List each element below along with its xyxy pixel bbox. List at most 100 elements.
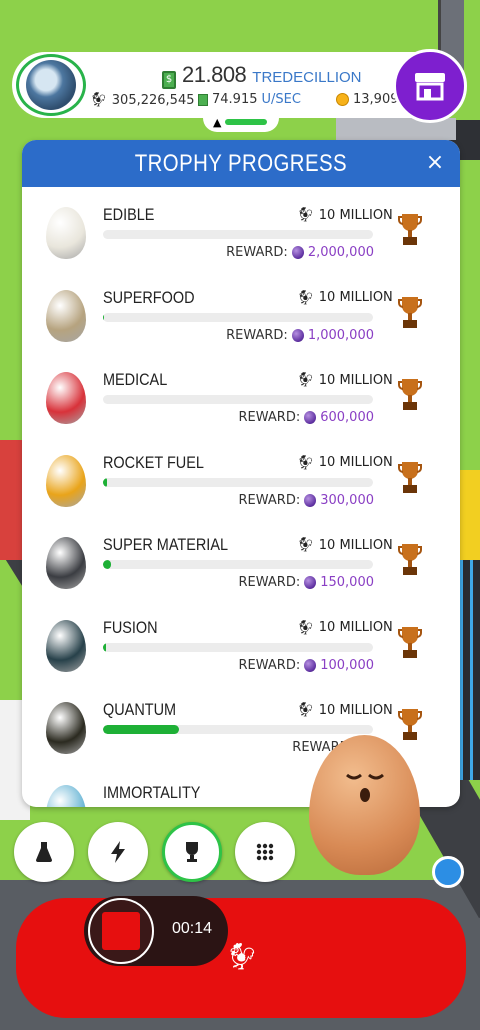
trophy-progress-bar: [103, 560, 373, 569]
trophy-reward: REWARD: 600,000: [239, 410, 374, 425]
trophy-list: EDIBLE 🐓︎ 10 MILLION REWARD: 2,000,000 SUPERF…: [22, 197, 460, 807]
trophy-progress-fill: [103, 477, 108, 487]
trophy-goal: 🐓︎ 10 MILLION: [297, 207, 393, 223]
reward-label: REWARD:: [226, 245, 288, 260]
chicken-count-value: 305,226,545: [111, 92, 195, 108]
trophy-progress-fill: [103, 560, 112, 569]
trophy-row: FUSION 🐓︎ 10 MILLION REWARD: 100,000: [22, 610, 460, 693]
reward-label: REWARD:: [226, 327, 288, 343]
reward-label: REWARD:: [238, 410, 301, 425]
reward-amount: 100,000: [320, 657, 374, 673]
location-marker-icon[interactable]: [432, 856, 464, 888]
stop-icon: [102, 912, 140, 950]
egg-icon: [46, 372, 86, 424]
trophy-progress-modal: TROPHY PROGRESS × EDIBLE 🐓︎ 10 MILLION REWA…: [22, 140, 460, 807]
trophy-row: ROCKET FUEL 🐓︎ 10 MILLION REWARD: 300,000: [22, 445, 460, 528]
reward-label: REWARD:: [238, 575, 301, 590]
trophy-name: SUPERFOOD: [103, 287, 195, 307]
golden-egg-value: 13,909: [353, 92, 399, 107]
trophy-progress-bar: [103, 230, 373, 239]
trophy-row: SUPERFOOD 🐓︎ 10 MILLION REWARD: 1,000,000: [22, 280, 460, 363]
chicken-icon: 🐓︎: [297, 537, 315, 553]
trophy-progress-bar: [103, 395, 373, 404]
chicken-icon: 🐓︎: [226, 942, 260, 972]
income-rate: 74.915 U/SEC: [198, 92, 301, 107]
trophy-progress-bar: [103, 725, 373, 734]
trophy-name: IMMORTALITY: [103, 782, 201, 802]
shop-button[interactable]: [393, 49, 467, 123]
menu-button[interactable]: [235, 822, 295, 882]
chicken-icon: 🐓︎: [297, 454, 315, 471]
trophy-goal-value: 10 MILLION: [318, 372, 393, 388]
reward-amount: 2,000,000: [307, 245, 374, 260]
trophy-icon: [398, 379, 422, 410]
trophy-goal: 🐓︎ 10 MILLION: [297, 290, 393, 306]
trophy-progress-bar: [103, 312, 373, 322]
trophy-goal-value: 10 MILLION: [318, 702, 393, 718]
cash-icon: $: [162, 71, 176, 89]
trophy-progress-fill: [103, 725, 179, 734]
reward-amount: 150,000: [320, 575, 374, 590]
trophy-icon: [398, 626, 422, 658]
recording-timer: 00:14: [172, 920, 213, 937]
trophy-name: SUPER MATERIAL: [103, 535, 229, 554]
trophy-button[interactable]: [162, 822, 222, 882]
trophy-icon: [398, 544, 422, 575]
chicken-icon: 🐓︎: [297, 702, 315, 718]
soul-egg-icon: [291, 328, 304, 342]
trophy-goal-value: 10 MILLION: [318, 455, 393, 470]
trophy-name: ROCKET FUEL: [103, 452, 204, 472]
reward-label: REWARD:: [238, 657, 301, 673]
trophy-name: FUSION: [103, 617, 158, 637]
trophy-goal: 🐓︎ 10 MILLION: [297, 620, 393, 636]
trophy-reward: REWARD: 1,000,000: [226, 328, 374, 343]
trophy-goal: 🐓︎ 10 MILLION: [297, 372, 393, 388]
trophy-icon: [398, 214, 422, 245]
research-button[interactable]: [14, 822, 74, 882]
mascot-face-icon: [346, 773, 384, 802]
close-button[interactable]: ×: [422, 150, 448, 176]
trophy-goal: 🐓︎ 10 MILLION: [297, 537, 393, 553]
trophy-goal-value: 10 MILLION: [318, 207, 393, 223]
soul-egg-icon: [304, 576, 317, 589]
soul-egg-icon: [304, 411, 317, 424]
chicken-icon: 🐓︎: [297, 619, 315, 636]
egg-mascot: [309, 735, 420, 875]
trophy-reward: REWARD: 150,000: [239, 575, 374, 590]
stop-recording-button[interactable]: [88, 898, 154, 964]
soul-egg-icon: [304, 658, 317, 672]
trophy-progress-bar: [103, 642, 373, 652]
trophy-progress-fill: [103, 312, 105, 322]
trophy-icon: [186, 842, 198, 862]
trophy-row: SUPER MATERIAL 🐓︎ 10 MILLION REWARD: 150,000: [22, 527, 460, 610]
trophy-goal: 🐓︎ 10 MILLION: [297, 702, 393, 718]
cash-value: 21.808: [182, 62, 247, 87]
egg-icon: [46, 619, 86, 672]
reward-amount: 300,000: [320, 492, 374, 508]
cash-icon: [198, 93, 208, 106]
avatar[interactable]: [16, 54, 86, 116]
farm-progress-bar: [225, 119, 268, 125]
cash-unit: TREDECILLION: [252, 69, 362, 86]
trophy-progress-fill: [103, 642, 107, 652]
farmer-avatar-icon: [26, 60, 76, 110]
egg-icon: [46, 537, 86, 589]
chicken-icon: 🐓︎: [297, 207, 315, 223]
trophy-reward: REWARD: 2,000,000: [226, 245, 374, 260]
chicken-count: 🐓︎ 305,226,545: [90, 92, 195, 108]
modal-header: TROPHY PROGRESS ×: [22, 140, 460, 187]
boost-button[interactable]: [88, 822, 148, 882]
trophy-row: EDIBLE 🐓︎ 10 MILLION REWARD: 2,000,000: [22, 197, 460, 280]
trophy-name: MEDICAL: [103, 370, 168, 389]
rocket-icon: ▲: [213, 115, 222, 129]
trophy-goal-value: 10 MILLION: [318, 537, 393, 553]
golden-egg-count: 13,909: [336, 92, 399, 107]
egg-icon: [46, 784, 86, 807]
trophy-progress-bar: [103, 477, 373, 487]
reward-amount: 1,000,000: [307, 327, 374, 343]
egg-icon: [46, 207, 86, 259]
trophy-icon: [398, 461, 422, 493]
egg-icon: [46, 289, 86, 342]
farm-progress-tab[interactable]: ▲: [203, 112, 279, 132]
chicken-icon: 🐓︎: [90, 92, 108, 108]
